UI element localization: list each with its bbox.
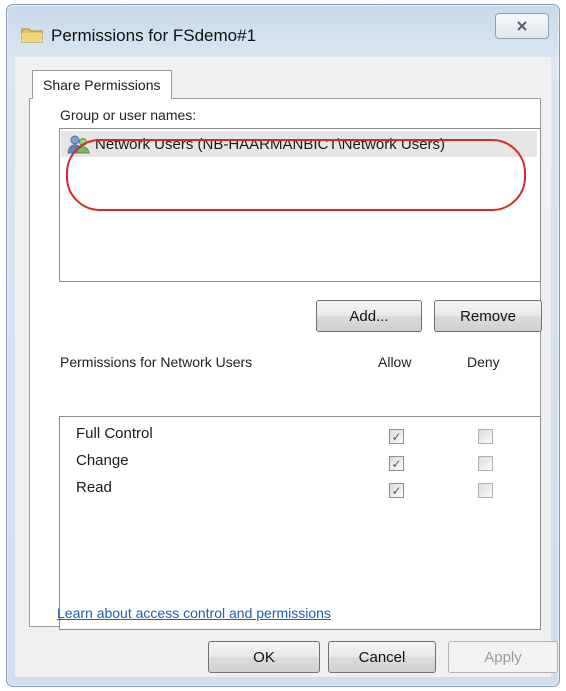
allow-read-checkbox[interactable]: ✓	[389, 483, 404, 498]
group-user-list[interactable]: Network Users (NB-HAARMANBICT\Network Us…	[59, 128, 541, 282]
deny-header: Deny	[467, 354, 500, 370]
close-icon	[517, 21, 527, 31]
deny-change-checkbox[interactable]	[478, 456, 493, 471]
allow-header: Allow	[378, 354, 412, 370]
permissions-header: Permissions for Network Users	[60, 354, 253, 370]
checkmark-icon: ✓	[391, 429, 402, 444]
deny-full-control-checkbox[interactable]	[478, 429, 493, 444]
ok-button[interactable]: OK	[208, 641, 320, 673]
permission-change: Change	[76, 452, 129, 469]
deny-read-checkbox[interactable]	[478, 483, 493, 498]
checkmark-icon: ✓	[391, 456, 402, 471]
cancel-button[interactable]: Cancel	[328, 641, 436, 673]
apply-button[interactable]: Apply	[448, 641, 558, 673]
group-list-label: Group or user names:	[60, 107, 197, 123]
title-bar[interactable]: Permissions for FSdemo#1	[7, 5, 559, 55]
permission-read: Read	[76, 479, 112, 496]
user-name: Network Users (NB-HAARMANBICT\Network Us…	[95, 135, 446, 153]
list-item[interactable]: Network Users (NB-HAARMANBICT\Network Us…	[61, 131, 537, 157]
checkmark-icon: ✓	[391, 483, 402, 498]
share-permissions-panel: Group or user names: Network Users (NB-H…	[29, 98, 542, 630]
remove-button[interactable]: Remove	[434, 300, 542, 332]
tab-share-permissions[interactable]: Share Permissions	[32, 70, 172, 99]
window-title: Permissions for FSdemo#1	[51, 26, 257, 45]
users-group-icon	[67, 135, 90, 154]
learn-access-control-link[interactable]: Learn about access control and permissio…	[57, 605, 331, 621]
permissions-dialog: Permissions for FSdemo#1 Share Permissio…	[6, 4, 560, 687]
allow-change-checkbox[interactable]: ✓	[389, 456, 404, 471]
folder-icon	[21, 28, 43, 43]
close-button[interactable]	[495, 13, 549, 39]
permission-full-control: Full Control	[76, 425, 153, 442]
dialog-body: Share Permissions Group or user names: N…	[15, 57, 558, 677]
add-button[interactable]: Add...	[316, 300, 422, 332]
allow-full-control-checkbox[interactable]: ✓	[389, 429, 404, 444]
permissions-list: Full Control ✓ Change ✓ Read ✓	[59, 416, 541, 630]
